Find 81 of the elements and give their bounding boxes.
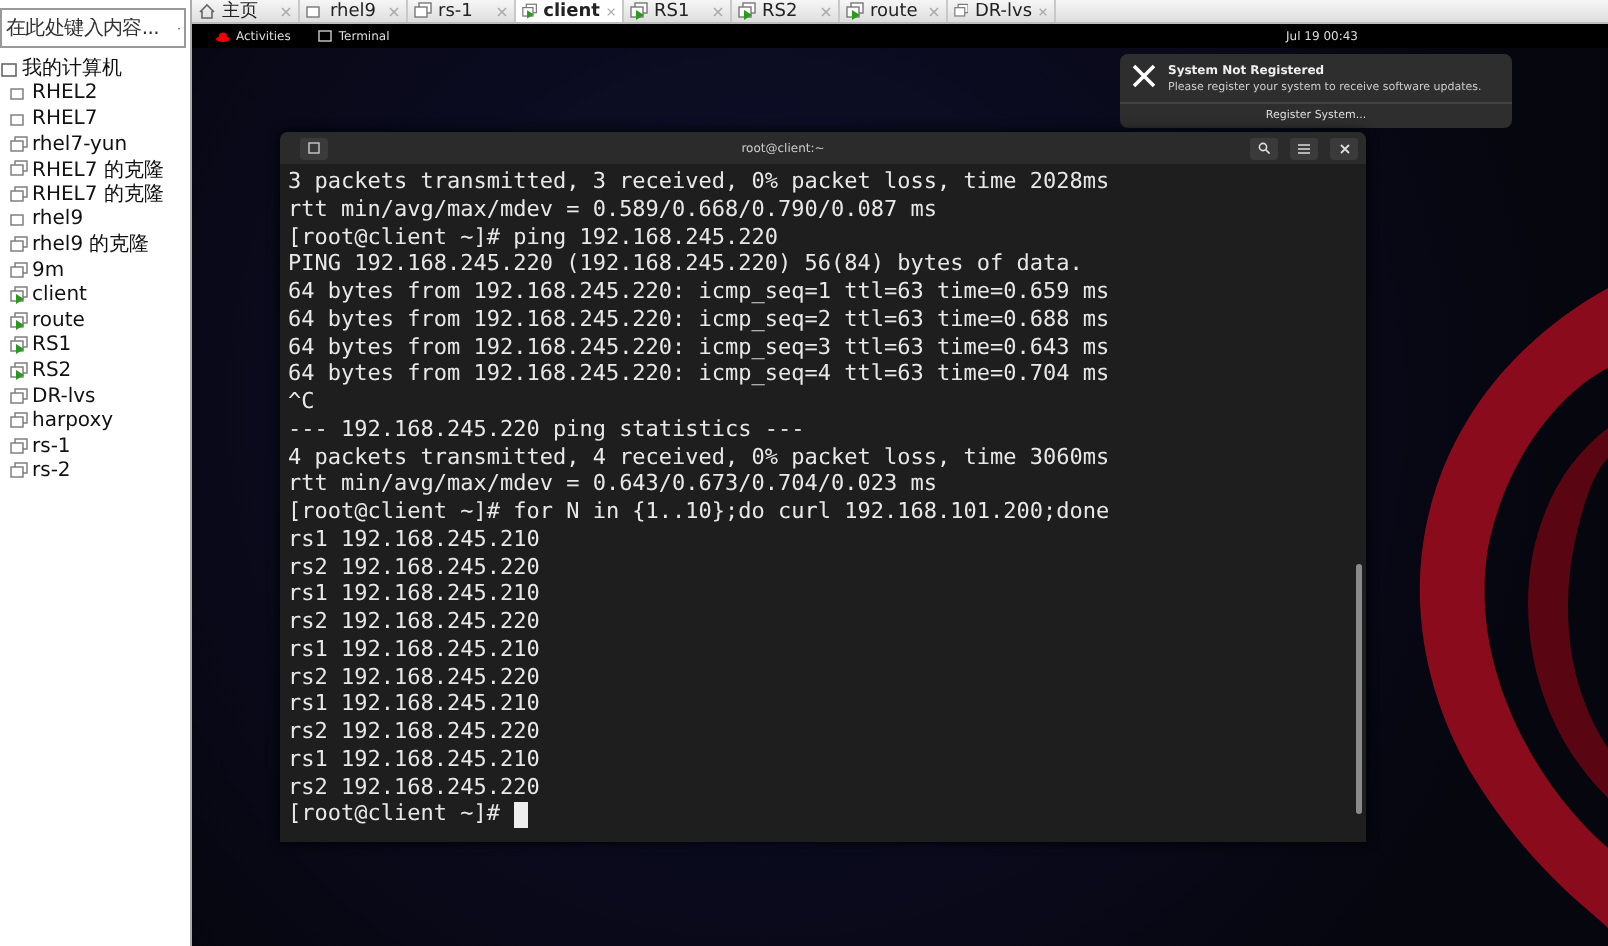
running-vm-icon	[846, 2, 864, 20]
running-vm-icon	[10, 311, 28, 330]
terminal-line: rtt min/avg/max/mdev = 0.643/0.673/0.704/0.023 ms	[288, 470, 940, 498]
new-tab-button[interactable]	[300, 137, 328, 159]
menu-icon	[1298, 143, 1310, 153]
terminal-line: rs2 192.168.245.220	[288, 608, 542, 636]
terminal-icon	[318, 30, 333, 42]
tree-item[interactable]: rhel7-yun	[0, 131, 190, 157]
vm-icon	[954, 2, 969, 20]
terminal-line: --- 192.168.245.220 ping statistics ---	[288, 415, 807, 443]
vm-tab[interactable]: DR-lvs	[948, 0, 1056, 22]
vm-tab[interactable]: RS2	[732, 0, 840, 22]
running-vm-icon	[522, 2, 538, 20]
close-icon[interactable]	[712, 5, 724, 17]
tree-item[interactable]: DR-lvs	[0, 383, 190, 409]
home-icon	[198, 2, 216, 20]
tree-item[interactable]: route	[0, 307, 190, 334]
folder-icon	[0, 59, 18, 78]
terminal-line: 64 bytes from 192.168.245.220: icmp_seq=3 ttl=63 time=0.643 ms	[288, 333, 1112, 361]
terminal-line: rs1 192.168.245.210	[288, 525, 542, 553]
vm-tab[interactable]: client	[516, 0, 624, 22]
close-icon	[1339, 143, 1349, 153]
terminal-line: 64 bytes from 192.168.245.220: icmp_seq=4 ttl=63 time=0.704 ms	[288, 360, 1112, 388]
close-icon[interactable]	[388, 5, 400, 17]
tree-item[interactable]: rhel9 的克隆	[0, 232, 190, 258]
terminal-line: rs2 192.168.245.220	[288, 773, 542, 801]
vm-icon	[306, 2, 324, 20]
tree-item[interactable]: RHEL2	[0, 81, 190, 107]
terminal-line: 4 packets transmitted, 4 received, 0% packet loss, time 3060ms	[288, 443, 1112, 471]
tree-item[interactable]: 我的计算机	[0, 56, 190, 82]
tree-item[interactable]: client	[0, 282, 190, 308]
tree-item[interactable]: 9m	[0, 257, 190, 283]
terminal-line: [root@client ~]# for N in {1..10};do curl 192.168.101.200;done	[288, 498, 1112, 526]
vm-tab[interactable]: route	[840, 0, 948, 22]
vm-tab[interactable]: rhel9	[300, 0, 408, 22]
close-icon[interactable]	[496, 5, 508, 17]
close-icon[interactable]	[605, 5, 616, 17]
terminal-line: rs1 192.168.245.210	[288, 580, 542, 608]
tree-item[interactable]: rs-2	[0, 459, 190, 485]
running-vm-icon	[10, 286, 28, 305]
close-icon[interactable]	[1038, 5, 1048, 17]
vm-tab[interactable]: RS1	[624, 0, 732, 22]
terminal-line: 64 bytes from 192.168.245.220: icmp_seq=2 ttl=63 time=0.688 ms	[288, 305, 1112, 333]
running-vm-icon	[10, 336, 28, 355]
terminal-line: rs2 192.168.245.220	[288, 553, 542, 581]
scrollbar-thumb[interactable]	[1356, 564, 1362, 814]
terminal-line: 3 packets transmitted, 3 received, 0% packet loss, time 2028ms	[288, 168, 1112, 196]
terminal-line: rs2 192.168.245.220	[288, 663, 542, 691]
terminal-line: 64 bytes from 192.168.245.220: icmp_seq=1 ttl=63 time=0.659 ms	[288, 278, 1112, 306]
running-vm-icon	[738, 2, 756, 20]
terminal-line: rs1 192.168.245.210	[288, 690, 542, 718]
tree-item[interactable]: RS2	[0, 358, 190, 384]
menu-button[interactable]	[1290, 137, 1318, 159]
hat-icon	[216, 31, 230, 41]
tree-item[interactable]: rhel9	[0, 207, 190, 233]
close-icon[interactable]	[280, 5, 292, 17]
tree-item[interactable]: RHEL7	[0, 106, 190, 132]
close-icon[interactable]	[820, 5, 832, 17]
running-vm-icon	[630, 2, 648, 20]
vm-icon	[414, 2, 432, 20]
close-button[interactable]	[1330, 137, 1358, 159]
plus-square-icon	[308, 142, 320, 154]
running-vm-icon	[10, 361, 28, 380]
terminal-line: rs1 192.168.245.210	[288, 635, 542, 663]
terminal-line: rs2 192.168.245.220	[288, 718, 542, 746]
terminal-line: ^C	[288, 388, 317, 416]
search-icon	[1258, 142, 1270, 154]
terminal-line: PING 192.168.245.220 (192.168.245.220) 56(84) bytes of data.	[288, 250, 1085, 278]
tree-item[interactable]: RHEL7 的克隆	[0, 181, 190, 208]
terminal-line: rs1 192.168.245.210	[288, 745, 542, 773]
tree-item[interactable]: RHEL7 的克隆	[0, 156, 190, 182]
tree-item[interactable]: harpoxy	[0, 408, 190, 434]
close-icon[interactable]	[928, 5, 940, 17]
tree-item[interactable]: rs-1	[0, 433, 190, 459]
text-cursor	[513, 801, 528, 828]
tree-item[interactable]: RS1	[0, 333, 190, 359]
vm-tab[interactable]: 主页	[192, 0, 300, 22]
search-button[interactable]	[1250, 137, 1278, 159]
terminal-prompt: [root@client ~]#	[288, 800, 500, 828]
terminal-line: [root@client ~]# ping 192.168.245.220	[288, 223, 781, 251]
terminal-line: rtt min/avg/max/mdev = 0.589/0.668/0.790/0.087 ms	[288, 195, 940, 223]
